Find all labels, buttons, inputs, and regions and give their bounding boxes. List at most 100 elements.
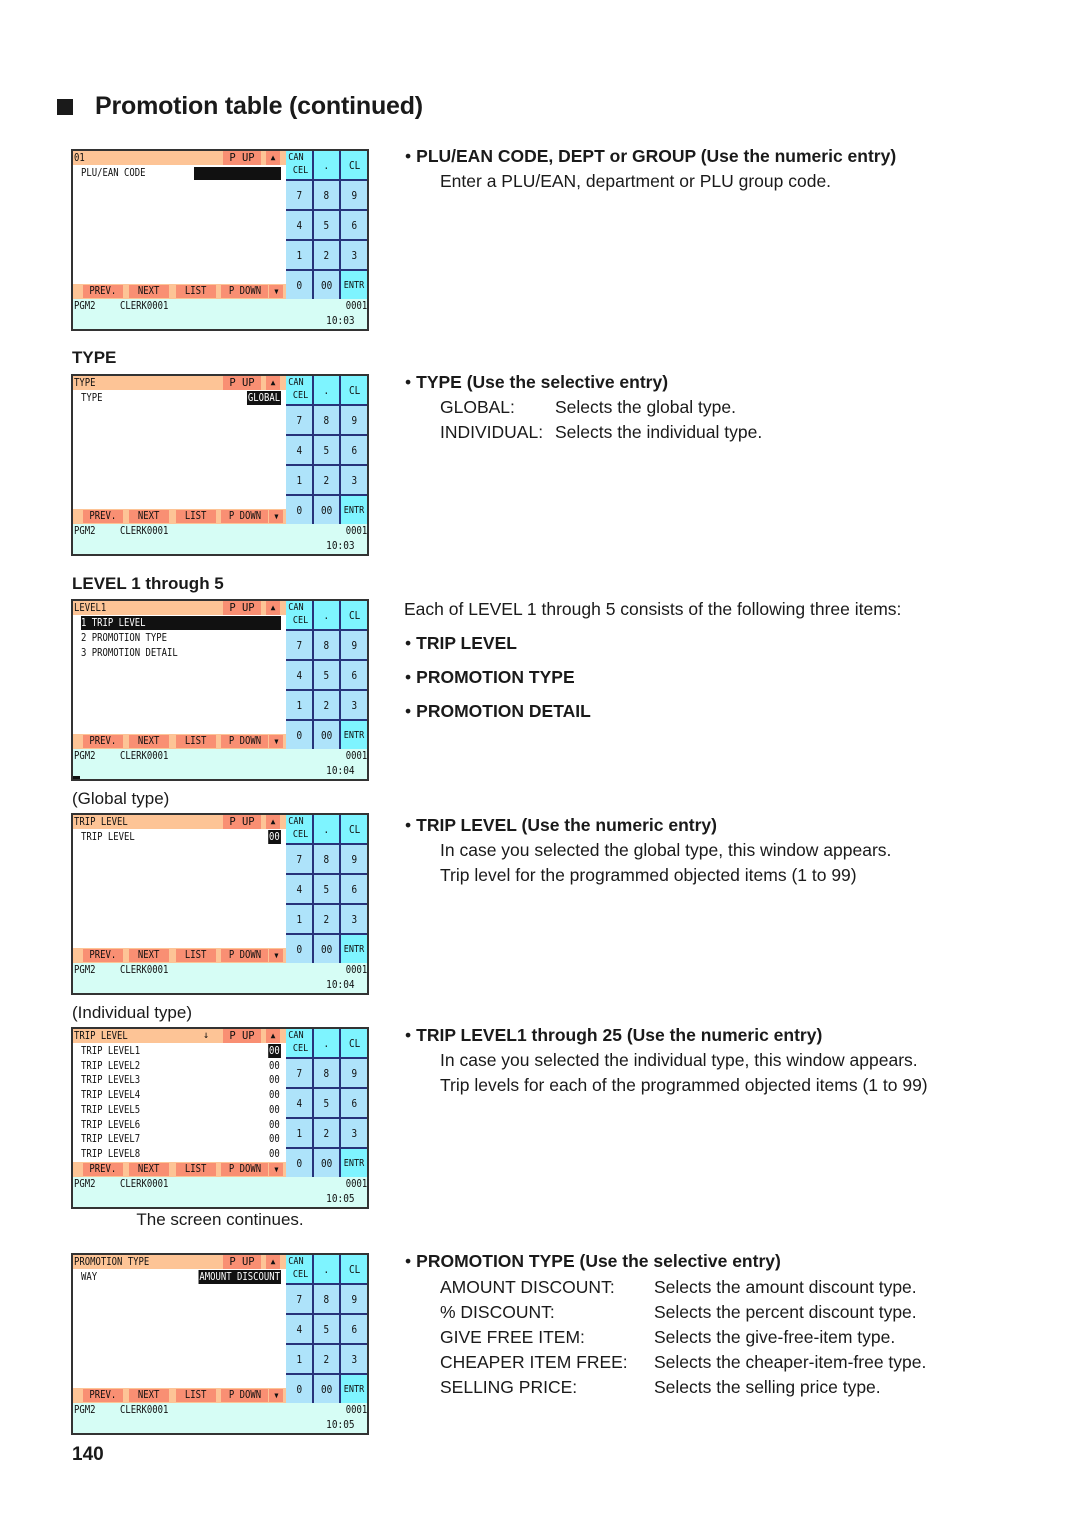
key-5[interactable]: 5 xyxy=(314,436,339,464)
page-down-button[interactable]: P DOWN xyxy=(221,510,268,523)
decimal-key[interactable]: . xyxy=(314,376,339,404)
next-button[interactable]: NEXT xyxy=(129,735,169,748)
clear-key[interactable]: CL xyxy=(341,601,367,629)
key-2[interactable]: 2 xyxy=(314,691,339,719)
key-6[interactable]: 6 xyxy=(341,661,367,689)
key-1[interactable]: 1 xyxy=(286,905,312,933)
key-8[interactable]: 8 xyxy=(314,406,339,434)
key-2[interactable]: 2 xyxy=(314,905,339,933)
key-7[interactable]: 7 xyxy=(286,631,312,659)
page-up-button[interactable]: P UP xyxy=(223,1029,261,1043)
scroll-up-arrow-icon[interactable]: ▲ xyxy=(266,151,280,165)
prev-button[interactable]: PREV. xyxy=(83,1389,123,1402)
decimal-key[interactable]: . xyxy=(314,1029,339,1057)
key-5[interactable]: 5 xyxy=(314,875,339,903)
page-down-button[interactable]: P DOWN xyxy=(221,735,268,748)
list-button[interactable]: LIST xyxy=(176,1163,216,1176)
key-1[interactable]: 1 xyxy=(286,1345,312,1373)
level-menu-item[interactable]: 1 TRIP LEVEL xyxy=(81,616,281,630)
prev-button[interactable]: PREV. xyxy=(83,1163,123,1176)
enter-key[interactable]: ENTR xyxy=(341,1149,367,1177)
key-3[interactable]: 3 xyxy=(341,905,367,933)
page-down-button[interactable]: P DOWN xyxy=(221,285,268,298)
enter-key[interactable]: ENTR xyxy=(341,721,367,749)
key-3[interactable]: 3 xyxy=(341,1345,367,1373)
prev-button[interactable]: PREV. xyxy=(83,949,123,962)
key-6[interactable]: 6 xyxy=(341,1089,367,1117)
page-up-button[interactable]: P UP xyxy=(223,1255,261,1269)
row-value[interactable]: 00 xyxy=(269,1059,281,1073)
plu-code-input[interactable] xyxy=(194,167,281,180)
key-1[interactable]: 1 xyxy=(286,1119,312,1147)
key-8[interactable]: 8 xyxy=(314,181,339,209)
scroll-down-arrow-icon[interactable]: ▼ xyxy=(269,510,283,523)
key-3[interactable]: 3 xyxy=(341,1119,367,1147)
next-button[interactable]: NEXT xyxy=(129,285,169,298)
scroll-up-arrow-icon[interactable]: ▲ xyxy=(266,601,280,615)
key-0[interactable]: 0 xyxy=(286,1149,312,1177)
key-1[interactable]: 1 xyxy=(286,466,312,494)
next-button[interactable]: NEXT xyxy=(129,949,169,962)
key-3[interactable]: 3 xyxy=(341,691,367,719)
key-5[interactable]: 5 xyxy=(314,1315,339,1343)
list-button[interactable]: LIST xyxy=(176,510,216,523)
key-6[interactable]: 6 xyxy=(341,436,367,464)
cancel-key[interactable]: CAN CEL xyxy=(286,151,312,179)
key-5[interactable]: 5 xyxy=(314,1089,339,1117)
cancel-key[interactable]: CAN CEL xyxy=(286,1255,312,1283)
key-7[interactable]: 7 xyxy=(286,845,312,873)
key-9[interactable]: 9 xyxy=(341,406,367,434)
key-2[interactable]: 2 xyxy=(314,1119,339,1147)
cancel-key[interactable]: CAN CEL xyxy=(286,376,312,404)
next-button[interactable]: NEXT xyxy=(129,1389,169,1402)
trip-level-row[interactable]: TRIP LEVEL5 00 xyxy=(81,1103,281,1117)
key-9[interactable]: 9 xyxy=(341,845,367,873)
row-value[interactable]: 00 xyxy=(269,1073,281,1087)
key-0[interactable]: 0 xyxy=(286,721,312,749)
key-4[interactable]: 4 xyxy=(286,875,312,903)
prev-button[interactable]: PREV. xyxy=(83,735,123,748)
key-4[interactable]: 4 xyxy=(286,1089,312,1117)
trip-level-row[interactable]: TRIP LEVEL3 00 xyxy=(81,1073,281,1087)
trip-level-row[interactable]: TRIP LEVEL8 00 xyxy=(81,1147,281,1161)
page-down-button[interactable]: P DOWN xyxy=(221,1163,268,1176)
list-button[interactable]: LIST xyxy=(176,1389,216,1402)
key-3[interactable]: 3 xyxy=(341,241,367,269)
key-7[interactable]: 7 xyxy=(286,1285,312,1313)
clear-key[interactable]: CL xyxy=(341,815,367,843)
row-value[interactable]: 00 xyxy=(269,1088,281,1102)
scroll-down-arrow-icon[interactable]: ▼ xyxy=(269,285,283,298)
clear-key[interactable]: CL xyxy=(341,151,367,179)
key-8[interactable]: 8 xyxy=(314,631,339,659)
cancel-key[interactable]: CAN CEL xyxy=(286,815,312,843)
key-0[interactable]: 0 xyxy=(286,1375,312,1403)
scroll-up-arrow-icon[interactable]: ▲ xyxy=(266,1029,280,1043)
key-0[interactable]: 0 xyxy=(286,935,312,963)
scroll-down-arrow-icon[interactable]: ▼ xyxy=(269,949,283,962)
next-button[interactable]: NEXT xyxy=(129,510,169,523)
key-2[interactable]: 2 xyxy=(314,1345,339,1373)
key-00[interactable]: 00 xyxy=(314,721,339,749)
trip-level-row[interactable]: TRIP LEVEL6 00 xyxy=(81,1118,281,1132)
key-9[interactable]: 9 xyxy=(341,1059,367,1087)
key-5[interactable]: 5 xyxy=(314,661,339,689)
key-8[interactable]: 8 xyxy=(314,1059,339,1087)
page-up-button[interactable]: P UP xyxy=(223,601,261,615)
row-value[interactable]: 00 xyxy=(269,1132,281,1146)
decimal-key[interactable]: . xyxy=(314,1255,339,1283)
page-up-button[interactable]: P UP xyxy=(223,815,261,829)
decimal-key[interactable]: . xyxy=(314,151,339,179)
key-6[interactable]: 6 xyxy=(341,875,367,903)
key-8[interactable]: 8 xyxy=(314,845,339,873)
key-3[interactable]: 3 xyxy=(341,466,367,494)
scroll-down-arrow-icon[interactable]: ▼ xyxy=(269,1163,283,1176)
key-0[interactable]: 0 xyxy=(286,271,312,299)
promotion-way-row[interactable]: WAY AMOUNT DISCOUNT xyxy=(81,1270,281,1284)
list-button[interactable]: LIST xyxy=(176,285,216,298)
key-8[interactable]: 8 xyxy=(314,1285,339,1313)
key-4[interactable]: 4 xyxy=(286,661,312,689)
cancel-key[interactable]: CAN CEL xyxy=(286,601,312,629)
key-4[interactable]: 4 xyxy=(286,211,312,239)
key-1[interactable]: 1 xyxy=(286,241,312,269)
trip-level-row[interactable]: TRIP LEVEL7 00 xyxy=(81,1132,281,1146)
